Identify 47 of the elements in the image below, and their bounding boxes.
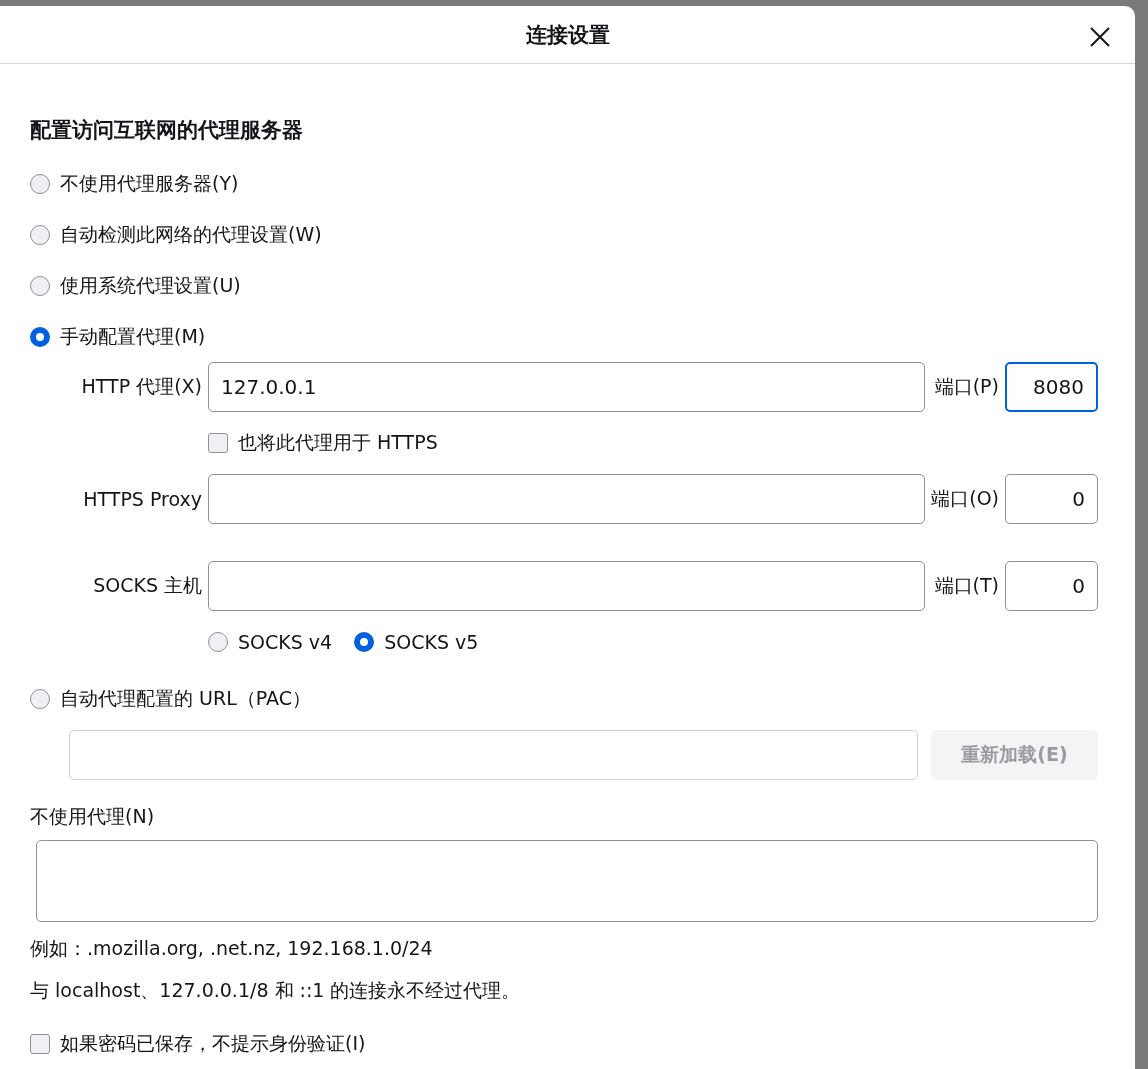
checkbox-label: 也将此代理用于 HTTPS [238, 430, 438, 455]
note-text: 与 localhost、127.0.0.1/8 和 ::1 的连接永不经过代理。 [30, 978, 522, 1003]
no-proxy-text-area[interactable] [36, 840, 1098, 922]
field-label: HTTPS Proxy [83, 488, 202, 510]
radio-button[interactable] [30, 688, 50, 709]
host-input-field[interactable] [208, 474, 926, 524]
radio-label: 不使用代理服务器(Y) [60, 170, 239, 196]
radio-option[interactable]: SOCKS v4 [208, 616, 333, 668]
radio-button[interactable] [30, 275, 50, 296]
host-input-field[interactable] [208, 561, 926, 611]
radio-option[interactable]: 自动检测此网络的代理设置(W) [30, 209, 322, 260]
host-input-field[interactable]: 127.0.0.1 [208, 362, 926, 412]
dialog-title: 连接设置 [525, 21, 610, 49]
radio-option[interactable]: 自动代理配置的 URL（PAC） [30, 673, 311, 724]
radio-button[interactable] [208, 632, 228, 652]
pac-url-input-field[interactable] [69, 730, 918, 780]
radio-button[interactable] [354, 632, 375, 652]
radio-option[interactable]: 手动配置代理(M) [30, 311, 206, 362]
checkbox-option[interactable]: 如果密码已保存，不提示身份验证(I) [30, 1018, 366, 1069]
checkbox[interactable] [30, 1033, 50, 1054]
port-label: 端口(P) [934, 374, 999, 399]
checkbox[interactable] [208, 433, 228, 453]
port-label: 端口(O) [931, 486, 999, 511]
radio-label: SOCKS v4 [238, 631, 333, 653]
radio-button[interactable] [30, 326, 50, 347]
radio-label: SOCKS v5 [384, 631, 479, 653]
radio-option[interactable]: SOCKS v5 [354, 616, 479, 668]
radio-label: 手动配置代理(M) [60, 323, 206, 349]
radio-label: 自动代理配置的 URL（PAC） [60, 685, 311, 711]
radio-label: 自动检测此网络的代理设置(W) [60, 221, 322, 247]
no-proxy-label: 不使用代理(N) [30, 804, 156, 829]
port-input-field[interactable]: 0 [1005, 561, 1098, 611]
close-icon [1090, 27, 1110, 47]
radio-button[interactable] [30, 173, 50, 194]
radio-label: 使用系统代理设置(U) [60, 272, 241, 298]
field-label: HTTP 代理(X) [81, 374, 202, 399]
field-label: SOCKS 主机 [93, 573, 202, 598]
section-heading: 配置访问互联网的代理服务器 [30, 117, 304, 144]
port-input-field[interactable]: 8080 [1005, 362, 1098, 412]
radio-option[interactable]: 使用系统代理设置(U) [30, 260, 241, 311]
example-text: 例如：.mozilla.org, .net.nz, 192.168.1.0/24 [30, 936, 434, 961]
port-input-field[interactable]: 0 [1005, 474, 1098, 524]
port-label: 端口(T) [934, 573, 999, 598]
checkbox-label: 如果密码已保存，不提示身份验证(I) [60, 1030, 366, 1056]
checkbox-option[interactable]: 也将此代理用于 HTTPS [208, 417, 438, 469]
radio-button[interactable] [30, 224, 50, 245]
radio-option[interactable]: 不使用代理服务器(Y) [30, 158, 239, 209]
